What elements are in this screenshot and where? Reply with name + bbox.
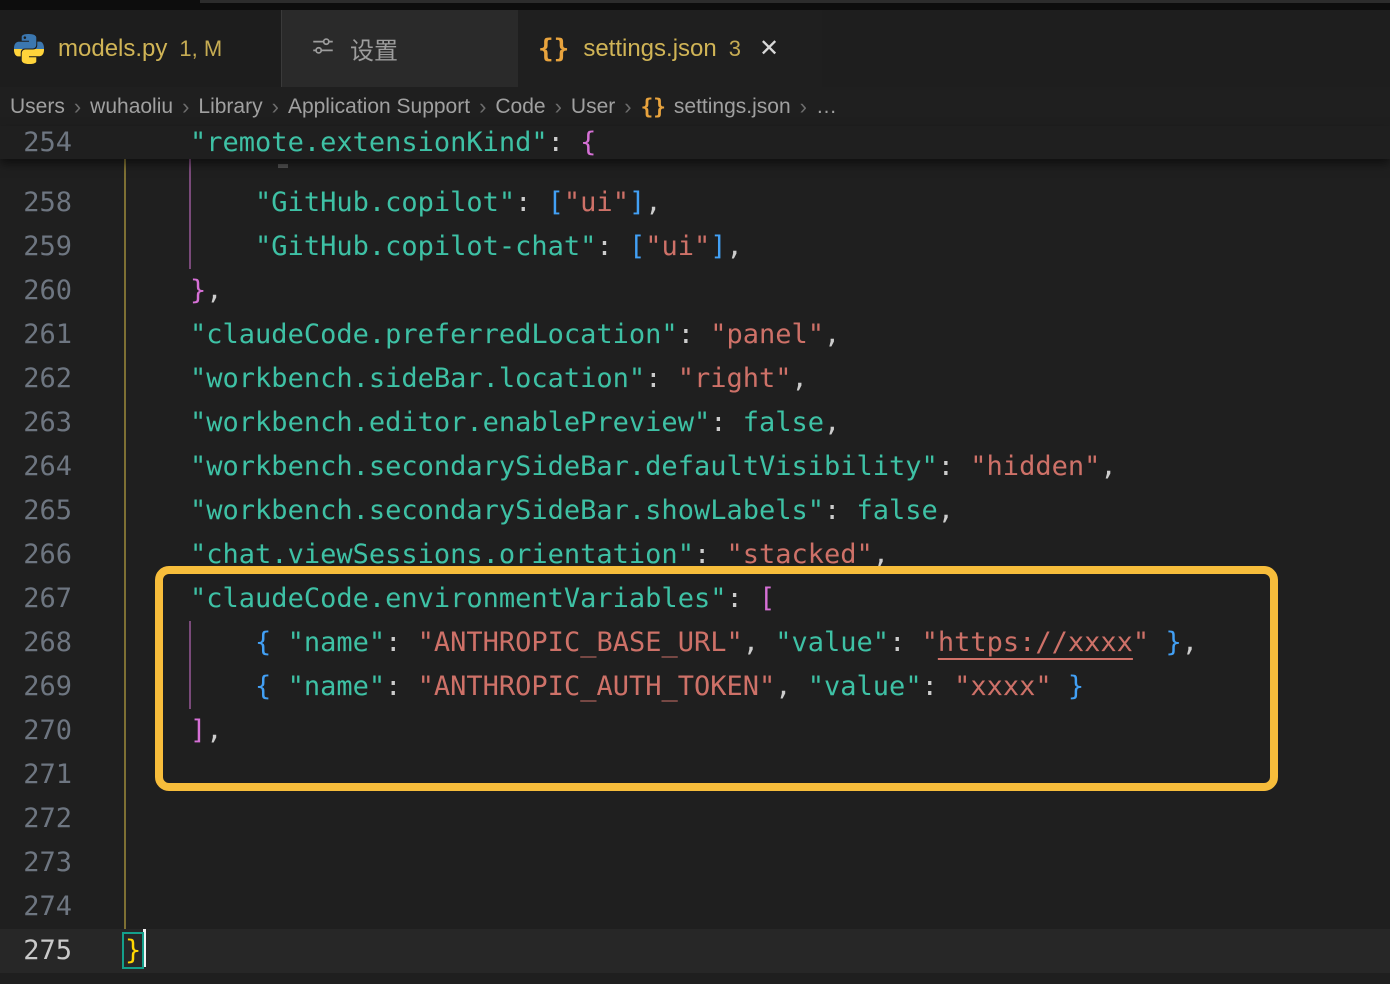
line-number[interactable]: 259	[0, 225, 125, 269]
line-number: 254	[23, 127, 72, 158]
code-text: ],	[190, 715, 223, 746]
code-text: { "name": "ANTHROPIC_BASE_URL", "value":…	[255, 627, 1198, 658]
editor-tab-bar: models.py 1, M 设置 {} settings.json 3 ✕	[0, 10, 1390, 87]
json-braces-icon: {}	[640, 94, 666, 119]
code-text: "workbench.secondarySideBar.defaultVisib…	[190, 451, 1117, 482]
tab-decoration: 3	[728, 35, 741, 61]
code-line[interactable]: 267 "claudeCode.environmentVariables": [	[0, 577, 1390, 621]
breadcrumb-item[interactable]: …	[816, 95, 837, 119]
code-text: }	[121, 929, 147, 973]
tab-settings-ui[interactable]: 设置	[281, 10, 518, 87]
code-text: "workbench.sideBar.location": "right",	[190, 363, 808, 394]
code-line[interactable]: 268 { "name": "ANTHROPIC_BASE_URL", "val…	[0, 621, 1390, 665]
tab-settings-json[interactable]: {} settings.json 3 ✕	[518, 10, 822, 87]
breadcrumb: Users › wuhaoliu › Library › Application…	[0, 87, 1390, 126]
code-text: "workbench.secondarySideBar.showLabels":…	[190, 495, 955, 526]
breadcrumb-separator: ›	[554, 93, 562, 119]
breadcrumb-item[interactable]: User	[571, 95, 615, 119]
code-text: "chat.viewSessions.orientation": "stacke…	[190, 539, 890, 570]
window-top-strip	[0, 0, 1390, 10]
sticky-code-text: "remote.extensionKind": {	[190, 127, 597, 158]
window-top-hairline	[200, 0, 1390, 3]
code-line[interactable]: 264 "workbench.secondarySideBar.defaultV…	[0, 445, 1390, 489]
line-number[interactable]: 268	[0, 621, 125, 665]
code-line[interactable]: 260 },	[0, 269, 1390, 313]
breadcrumb-item[interactable]: Application Support	[288, 95, 470, 119]
breadcrumb-item[interactable]: wuhaoliu	[90, 95, 173, 119]
breadcrumb-separator: ›	[73, 93, 82, 119]
code-line[interactable]: 275}	[0, 929, 1390, 973]
code-line[interactable]: 271	[0, 753, 1390, 797]
breadcrumb-separator: ›	[624, 93, 632, 119]
partially-scrolled-line-fragment	[278, 164, 288, 168]
line-number[interactable]: 267	[0, 577, 125, 621]
tab-label: models.py	[58, 34, 168, 62]
breadcrumb-separator: ›	[799, 93, 807, 119]
line-number[interactable]: 258	[0, 181, 125, 225]
breadcrumb-item[interactable]: settings.json	[674, 95, 791, 119]
code-line[interactable]: 270 ],	[0, 709, 1390, 753]
tab-models-py[interactable]: models.py 1, M	[0, 10, 281, 87]
code-line[interactable]: 272	[0, 797, 1390, 841]
code-line[interactable]: 259 "GitHub.copilot-chat": ["ui"],	[0, 225, 1390, 269]
line-number[interactable]: 262	[0, 357, 125, 401]
tab-label: 设置	[350, 38, 398, 65]
line-number[interactable]: 264	[0, 445, 125, 489]
code-text: { "name": "ANTHROPIC_AUTH_TOKEN", "value…	[255, 671, 1085, 702]
code-line[interactable]: 274	[0, 885, 1390, 929]
text-cursor	[143, 929, 147, 967]
code-line[interactable]: 263 "workbench.editor.enablePreview": fa…	[0, 401, 1390, 445]
code-line[interactable]: 258 "GitHub.copilot": ["ui"],	[0, 181, 1390, 225]
code-text: "claudeCode.environmentVariables": [	[190, 583, 776, 614]
sticky-scroll-line[interactable]: 254 "remote.extensionKind": {	[0, 126, 1390, 159]
code-editor[interactable]: 258 "GitHub.copilot": ["ui"], 259 "GitHub…	[0, 126, 1390, 984]
json-braces-icon: {}	[538, 33, 570, 64]
line-number[interactable]: 273	[0, 841, 125, 885]
code-line[interactable]: 269 { "name": "ANTHROPIC_AUTH_TOKEN", "v…	[0, 665, 1390, 709]
code-line[interactable]: 265 "workbench.secondarySideBar.showLabe…	[0, 489, 1390, 533]
code-line[interactable]: 266 "chat.viewSessions.orientation": "st…	[0, 533, 1390, 577]
line-number[interactable]: 274	[0, 885, 125, 929]
line-number[interactable]: 270	[0, 709, 125, 753]
code-text: },	[190, 275, 223, 306]
line-number[interactable]: 266	[0, 533, 125, 577]
sliders-icon	[310, 33, 336, 64]
code-text: "GitHub.copilot-chat": ["ui"],	[255, 231, 743, 262]
line-number[interactable]: 272	[0, 797, 125, 841]
code-text: "workbench.editor.enablePreview": false,	[190, 407, 841, 438]
tab-label: settings.json	[583, 34, 717, 62]
breadcrumb-separator: ›	[479, 93, 487, 119]
breadcrumb-item[interactable]: Users	[10, 95, 65, 119]
python-icon	[14, 33, 44, 64]
breadcrumb-separator: ›	[182, 93, 190, 119]
tab-bar-empty-area	[822, 10, 1390, 87]
line-number[interactable]: 271	[0, 753, 125, 797]
code-text: "claudeCode.preferredLocation": "panel",	[190, 319, 841, 350]
code-line[interactable]: 273	[0, 841, 1390, 885]
line-number[interactable]: 261	[0, 313, 125, 357]
breadcrumb-item[interactable]: Code	[495, 95, 545, 119]
code-lines: 258 "GitHub.copilot": ["ui"], 259 "GitHub…	[0, 181, 1390, 973]
breadcrumb-separator: ›	[271, 93, 279, 119]
line-number[interactable]: 263	[0, 401, 125, 445]
code-line[interactable]: 262 "workbench.sideBar.location": "right…	[0, 357, 1390, 401]
close-icon[interactable]: ✕	[759, 36, 779, 61]
code-line[interactable]: 261 "claudeCode.preferredLocation": "pan…	[0, 313, 1390, 357]
line-number[interactable]: 269	[0, 665, 125, 709]
breadcrumb-item[interactable]: Library	[198, 95, 262, 119]
line-number[interactable]: 275	[0, 929, 125, 973]
line-number[interactable]: 260	[0, 269, 125, 313]
line-number[interactable]: 265	[0, 489, 125, 533]
code-text: "GitHub.copilot": ["ui"],	[255, 187, 662, 218]
tab-decoration: 1, M	[179, 35, 223, 61]
